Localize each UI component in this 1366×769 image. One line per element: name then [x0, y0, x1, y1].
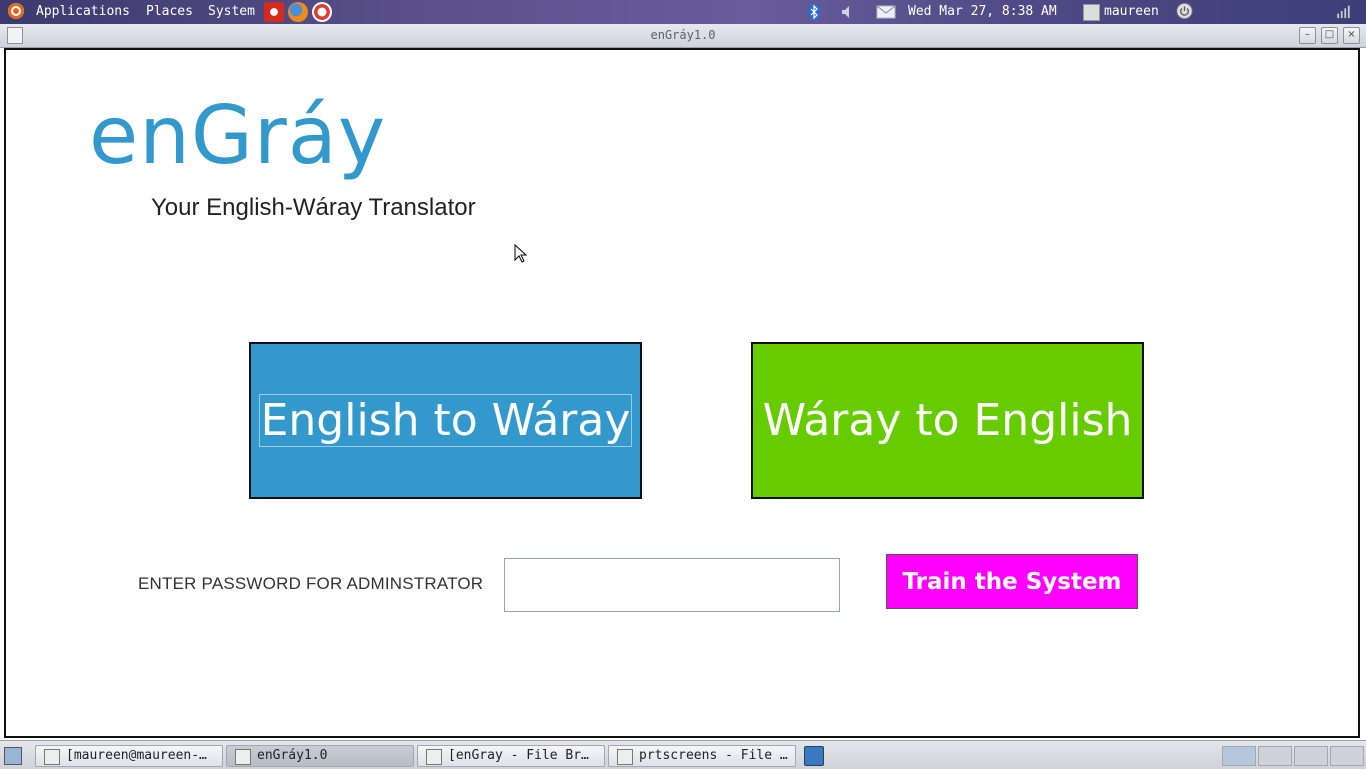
- app-tagline: Your English-Wáray Translator: [151, 194, 476, 221]
- app-launcher-icon[interactable]: [264, 2, 284, 22]
- file-manager-launcher-icon[interactable]: [804, 746, 824, 766]
- train-the-system-button[interactable]: Train the System: [886, 554, 1138, 609]
- bottom-taskbar: [maureen@maureen-… enGráy1.0 [enGray - F…: [0, 740, 1366, 769]
- task-engray-file-browser[interactable]: [enGray - File Br…: [417, 745, 605, 767]
- top-panel: Applications Places System Wed Mar 27, 8…: [0, 0, 1366, 24]
- menu-system[interactable]: System: [208, 3, 255, 21]
- task-label: prtscreens - File …: [639, 748, 788, 763]
- bluetooth-icon[interactable]: [808, 4, 820, 20]
- english-to-waray-label: English to Wáray: [258, 394, 633, 447]
- menu-places[interactable]: Places: [146, 3, 193, 21]
- task-label: [enGray - File Br…: [448, 748, 589, 763]
- show-desktop-icon[interactable]: [4, 747, 22, 765]
- terminal-icon: [44, 749, 60, 765]
- minimize-button[interactable]: –: [1299, 27, 1316, 44]
- help-lifebuoy-icon[interactable]: [312, 2, 332, 22]
- workspace-1[interactable]: [1222, 746, 1256, 766]
- task-label: [maureen@maureen-…: [66, 748, 207, 763]
- network-icon[interactable]: [1334, 3, 1360, 19]
- mouse-cursor-icon: [514, 244, 528, 263]
- user-avatar-icon: [1083, 4, 1100, 21]
- workspace-4[interactable]: [1330, 746, 1364, 766]
- folder-icon: [426, 749, 442, 765]
- close-button[interactable]: ×: [1343, 27, 1360, 44]
- task-prtscreens-file-browser[interactable]: prtscreens - File …: [608, 745, 796, 767]
- clock[interactable]: Wed Mar 27, 8:38 AM: [908, 3, 1057, 21]
- power-icon[interactable]: [1175, 3, 1194, 19]
- admin-password-input[interactable]: [504, 558, 840, 612]
- volume-icon[interactable]: [840, 4, 856, 20]
- java-icon: [235, 749, 251, 765]
- workspace-2[interactable]: [1258, 746, 1292, 766]
- task-terminal[interactable]: [maureen@maureen-…: [35, 745, 223, 767]
- folder-icon: [617, 749, 633, 765]
- password-label: ENTER PASSWORD FOR ADMINSTRATOR: [138, 574, 484, 593]
- workspace-3[interactable]: [1294, 746, 1328, 766]
- waray-to-english-label: Wáray to English: [762, 395, 1133, 446]
- waray-to-english-button[interactable]: Wáray to English: [751, 342, 1144, 499]
- firefox-icon[interactable]: [288, 2, 308, 22]
- app-content: enGráy Your English-Wáray Translator Eng…: [4, 48, 1360, 738]
- task-label: enGráy1.0: [257, 748, 328, 763]
- english-to-waray-button[interactable]: English to Wáray: [249, 342, 642, 499]
- window-title: enGráy1.0: [650, 28, 716, 42]
- window-titlebar[interactable]: enGráy1.0 – □ ×: [0, 24, 1366, 48]
- mail-icon[interactable]: [876, 4, 896, 20]
- ubuntu-logo-icon[interactable]: [8, 3, 24, 19]
- app-logo: enGráy: [89, 89, 387, 182]
- user-name[interactable]: maureen: [1104, 3, 1159, 21]
- maximize-button[interactable]: □: [1321, 27, 1338, 44]
- task-engray[interactable]: enGráy1.0: [226, 745, 414, 767]
- menu-applications[interactable]: Applications: [36, 3, 130, 21]
